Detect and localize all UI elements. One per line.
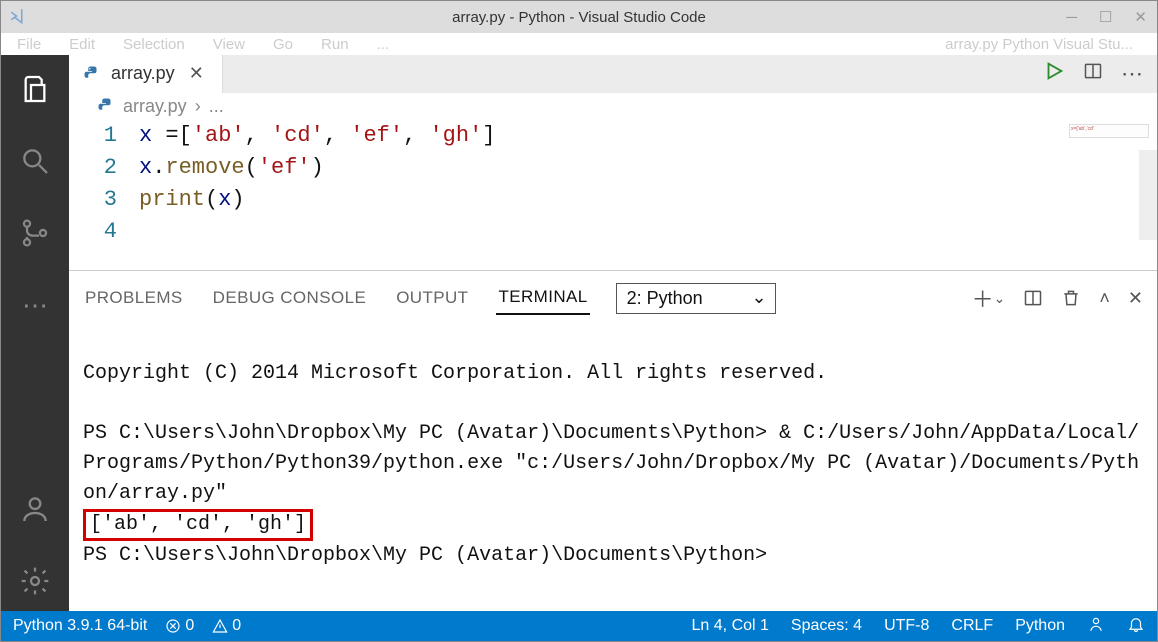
activity-bar: ⋯: [1, 55, 69, 611]
bottom-panel: PROBLEMS DEBUG CONSOLE OUTPUT TERMINAL 2…: [69, 270, 1157, 611]
run-file-icon[interactable]: [1043, 60, 1065, 87]
panel-tab-terminal[interactable]: TERMINAL: [496, 281, 589, 315]
trash-icon[interactable]: [1061, 288, 1081, 308]
split-editor-icon[interactable]: [1083, 61, 1103, 86]
line-number: 2: [89, 152, 139, 184]
menu-selection[interactable]: Selection: [123, 36, 185, 53]
search-icon[interactable]: [19, 145, 51, 177]
breadcrumb-file: array.py: [123, 96, 187, 117]
terminal-line: PS C:\Users\John\Dropbox\My PC (Avatar)\…: [83, 422, 1139, 505]
status-lncol[interactable]: Ln 4, Col 1: [692, 617, 769, 635]
terminal-selector[interactable]: 2: Python: [616, 283, 776, 314]
notifications-bell-icon[interactable]: [1127, 615, 1145, 638]
panel-tab-output[interactable]: OUTPUT: [394, 282, 470, 314]
new-terminal-icon[interactable]: ＋⌄: [972, 282, 1006, 314]
close-panel-icon[interactable]: ✕: [1128, 288, 1143, 309]
close-window-icon[interactable]: ✕: [1134, 8, 1147, 26]
minimap[interactable]: x=['ab','cd': [1069, 124, 1149, 138]
menu-run[interactable]: Run: [321, 36, 349, 53]
terminal-line: PS C:\Users\John\Dropbox\My PC (Avatar)\…: [83, 544, 767, 567]
status-encoding[interactable]: UTF-8: [884, 617, 929, 635]
status-eol[interactable]: CRLF: [951, 617, 993, 635]
status-errors[interactable]: 0: [165, 617, 194, 635]
status-spaces[interactable]: Spaces: 4: [791, 617, 862, 635]
scrollbar-thumb[interactable]: [1139, 150, 1157, 240]
python-file-icon: [97, 97, 115, 115]
window-title: array.py - Python - Visual Studio Code: [452, 9, 706, 26]
tab-close-icon[interactable]: ✕: [185, 63, 208, 84]
maximize-icon[interactable]: ☐: [1099, 8, 1112, 26]
code-line: 4: [89, 216, 1157, 248]
status-warnings[interactable]: 0: [212, 617, 241, 635]
breadcrumb-sep: ›: [195, 96, 201, 117]
minimize-icon[interactable]: ─: [1066, 9, 1077, 26]
menu-go[interactable]: Go: [273, 36, 293, 53]
status-language[interactable]: Python: [1015, 617, 1065, 635]
breadcrumb-rest: ...: [209, 96, 224, 117]
accounts-icon[interactable]: [19, 493, 51, 525]
breadcrumb[interactable]: array.py › ...: [69, 93, 1157, 120]
settings-gear-icon[interactable]: [19, 565, 51, 597]
menubar: File Edit Selection View Go Run ... arra…: [1, 33, 1157, 55]
terminal-line: Copyright (C) 2014 Microsoft Corporation…: [83, 362, 827, 385]
line-number: 4: [89, 216, 139, 248]
line-number: 3: [89, 184, 139, 216]
menu-edit[interactable]: Edit: [69, 36, 95, 53]
menu-more[interactable]: ...: [377, 36, 390, 53]
code-line: 1 x =['ab', 'cd', 'ef', 'gh']: [89, 120, 1157, 152]
maximize-panel-icon[interactable]: ˄: [1099, 288, 1110, 309]
tab-array-py[interactable]: array.py ✕: [69, 55, 223, 93]
code-editor[interactable]: x=['ab','cd' 1 x =['ab', 'cd', 'ef', 'gh…: [69, 120, 1157, 270]
source-control-icon[interactable]: [19, 217, 51, 249]
feedback-icon[interactable]: [1087, 615, 1105, 638]
panel-tab-debug[interactable]: DEBUG CONSOLE: [211, 282, 369, 314]
code-line: 2 x.remove('ef'): [89, 152, 1157, 184]
editor-tab-row: array.py ✕ ⋯: [69, 55, 1157, 93]
line-number: 1: [89, 120, 139, 152]
titlebar: array.py - Python - Visual Studio Code ─…: [1, 1, 1157, 33]
menu-file[interactable]: File: [17, 36, 41, 53]
vscode-logo-icon: [9, 7, 27, 28]
code-line: 3 print(x): [89, 184, 1157, 216]
tab-label: array.py: [111, 63, 175, 84]
terminal-output-highlight: ['ab', 'cd', 'gh']: [83, 509, 313, 541]
status-bar: Python 3.9.1 64-bit 0 0 Ln 4, Col 1 Spac…: [1, 611, 1157, 641]
menu-view[interactable]: View: [213, 36, 245, 53]
explorer-icon[interactable]: [19, 73, 51, 105]
menubar-overflow: array.py Python Visual Stu...: [945, 36, 1133, 53]
terminal-output[interactable]: Copyright (C) 2014 Microsoft Corporation…: [69, 325, 1157, 611]
editor-more-icon[interactable]: ⋯: [1121, 61, 1143, 87]
status-python-version[interactable]: Python 3.9.1 64-bit: [13, 617, 147, 635]
python-file-icon: [83, 65, 101, 83]
more-icon[interactable]: ⋯: [19, 289, 51, 321]
panel-tab-problems[interactable]: PROBLEMS: [83, 282, 185, 314]
split-terminal-icon[interactable]: [1023, 288, 1043, 308]
